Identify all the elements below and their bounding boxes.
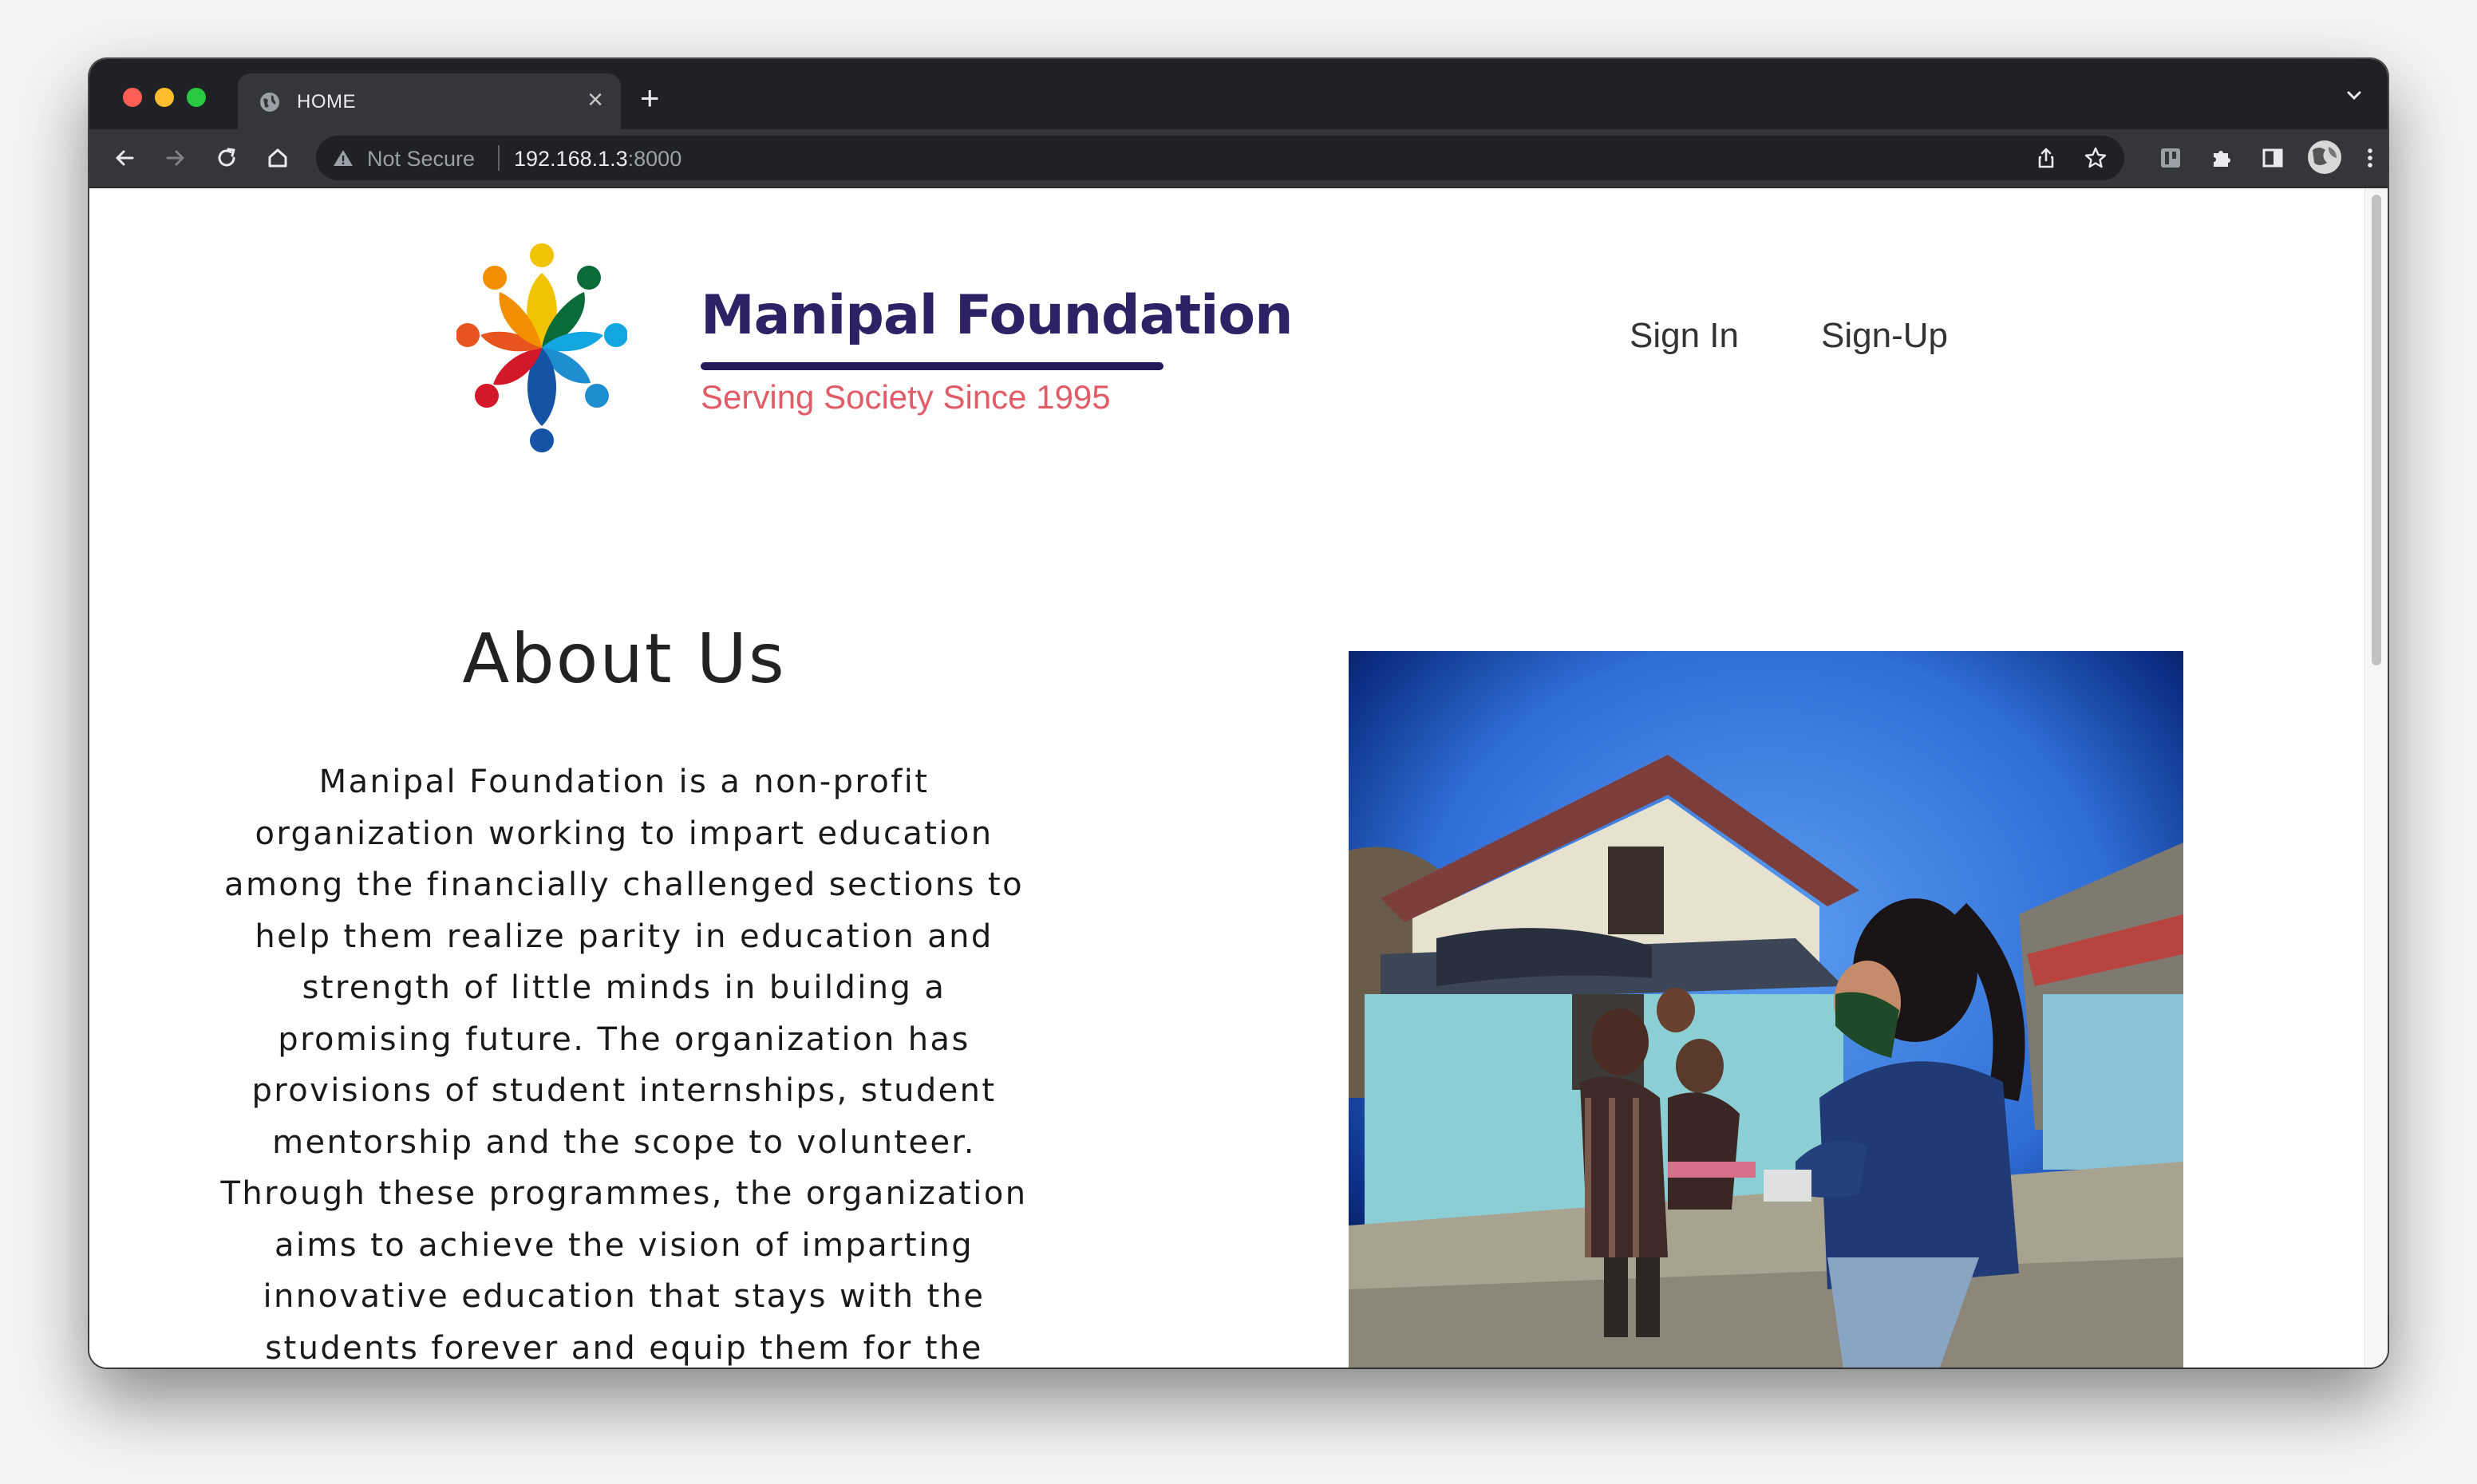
browser-window: HOME × + Not Secure 192.168.1.3:8000 Man… xyxy=(89,59,2388,1368)
bookmark-star-icon[interactable] xyxy=(2083,145,2108,171)
manipal-foundation-logo[interactable] xyxy=(456,241,627,455)
about-us-heading: About Us xyxy=(462,619,786,699)
back-icon[interactable] xyxy=(110,144,139,172)
page-scrollbar[interactable] xyxy=(2364,188,2388,1368)
zoom-window-button[interactable] xyxy=(187,88,206,107)
warning-triangle-icon[interactable] xyxy=(332,147,354,169)
tab-close-icon[interactable]: × xyxy=(587,86,603,113)
address-separator xyxy=(498,145,500,171)
chevron-down-icon[interactable] xyxy=(2343,85,2365,107)
side-panel-icon[interactable] xyxy=(2258,144,2287,172)
address-bar[interactable]: Not Secure 192.168.1.3:8000 xyxy=(316,136,2124,180)
home-icon[interactable] xyxy=(263,144,292,172)
new-tab-button[interactable]: + xyxy=(640,81,660,115)
scrollbar-thumb[interactable] xyxy=(2372,195,2381,665)
brand-tagline: Serving Society Since 1995 xyxy=(701,378,1111,416)
minimize-window-button[interactable] xyxy=(155,88,174,107)
brand-name[interactable]: Manipal Foundation xyxy=(701,284,1294,347)
about-us-text: Manipal Foundation is a non-profit organ… xyxy=(220,764,1028,1367)
url-text[interactable]: 192.168.1.3:8000 xyxy=(514,147,681,172)
extensions-puzzle-icon[interactable] xyxy=(2207,144,2236,172)
page-viewport[interactable]: Manipal Foundation Serving Society Since… xyxy=(89,188,2388,1368)
brand-underline xyxy=(701,362,1163,370)
url-host: 192.168.1.3 xyxy=(514,147,628,171)
tab-strip: HOME × + xyxy=(89,59,2388,129)
profile-avatar[interactable] xyxy=(2306,139,2343,176)
forward-icon[interactable] xyxy=(161,144,190,172)
sign-in-link[interactable]: Sign In xyxy=(1630,316,1739,356)
browser-toolbar: Not Secure 192.168.1.3:8000 xyxy=(89,129,2388,188)
reload-icon[interactable] xyxy=(212,144,241,172)
url-port: :8000 xyxy=(627,147,682,171)
volunteer-photo xyxy=(1349,651,2183,1368)
tab-title: HOME xyxy=(297,91,356,112)
globe-icon xyxy=(260,93,279,112)
kebab-menu-icon[interactable] xyxy=(2356,144,2384,172)
close-window-button[interactable] xyxy=(123,88,142,107)
tab-home[interactable]: HOME × xyxy=(238,73,621,129)
extension-tab-icon[interactable] xyxy=(2156,144,2185,172)
sign-up-link[interactable]: Sign-Up xyxy=(1821,316,1948,356)
share-icon[interactable] xyxy=(2033,145,2059,171)
security-label[interactable]: Not Secure xyxy=(367,147,475,172)
